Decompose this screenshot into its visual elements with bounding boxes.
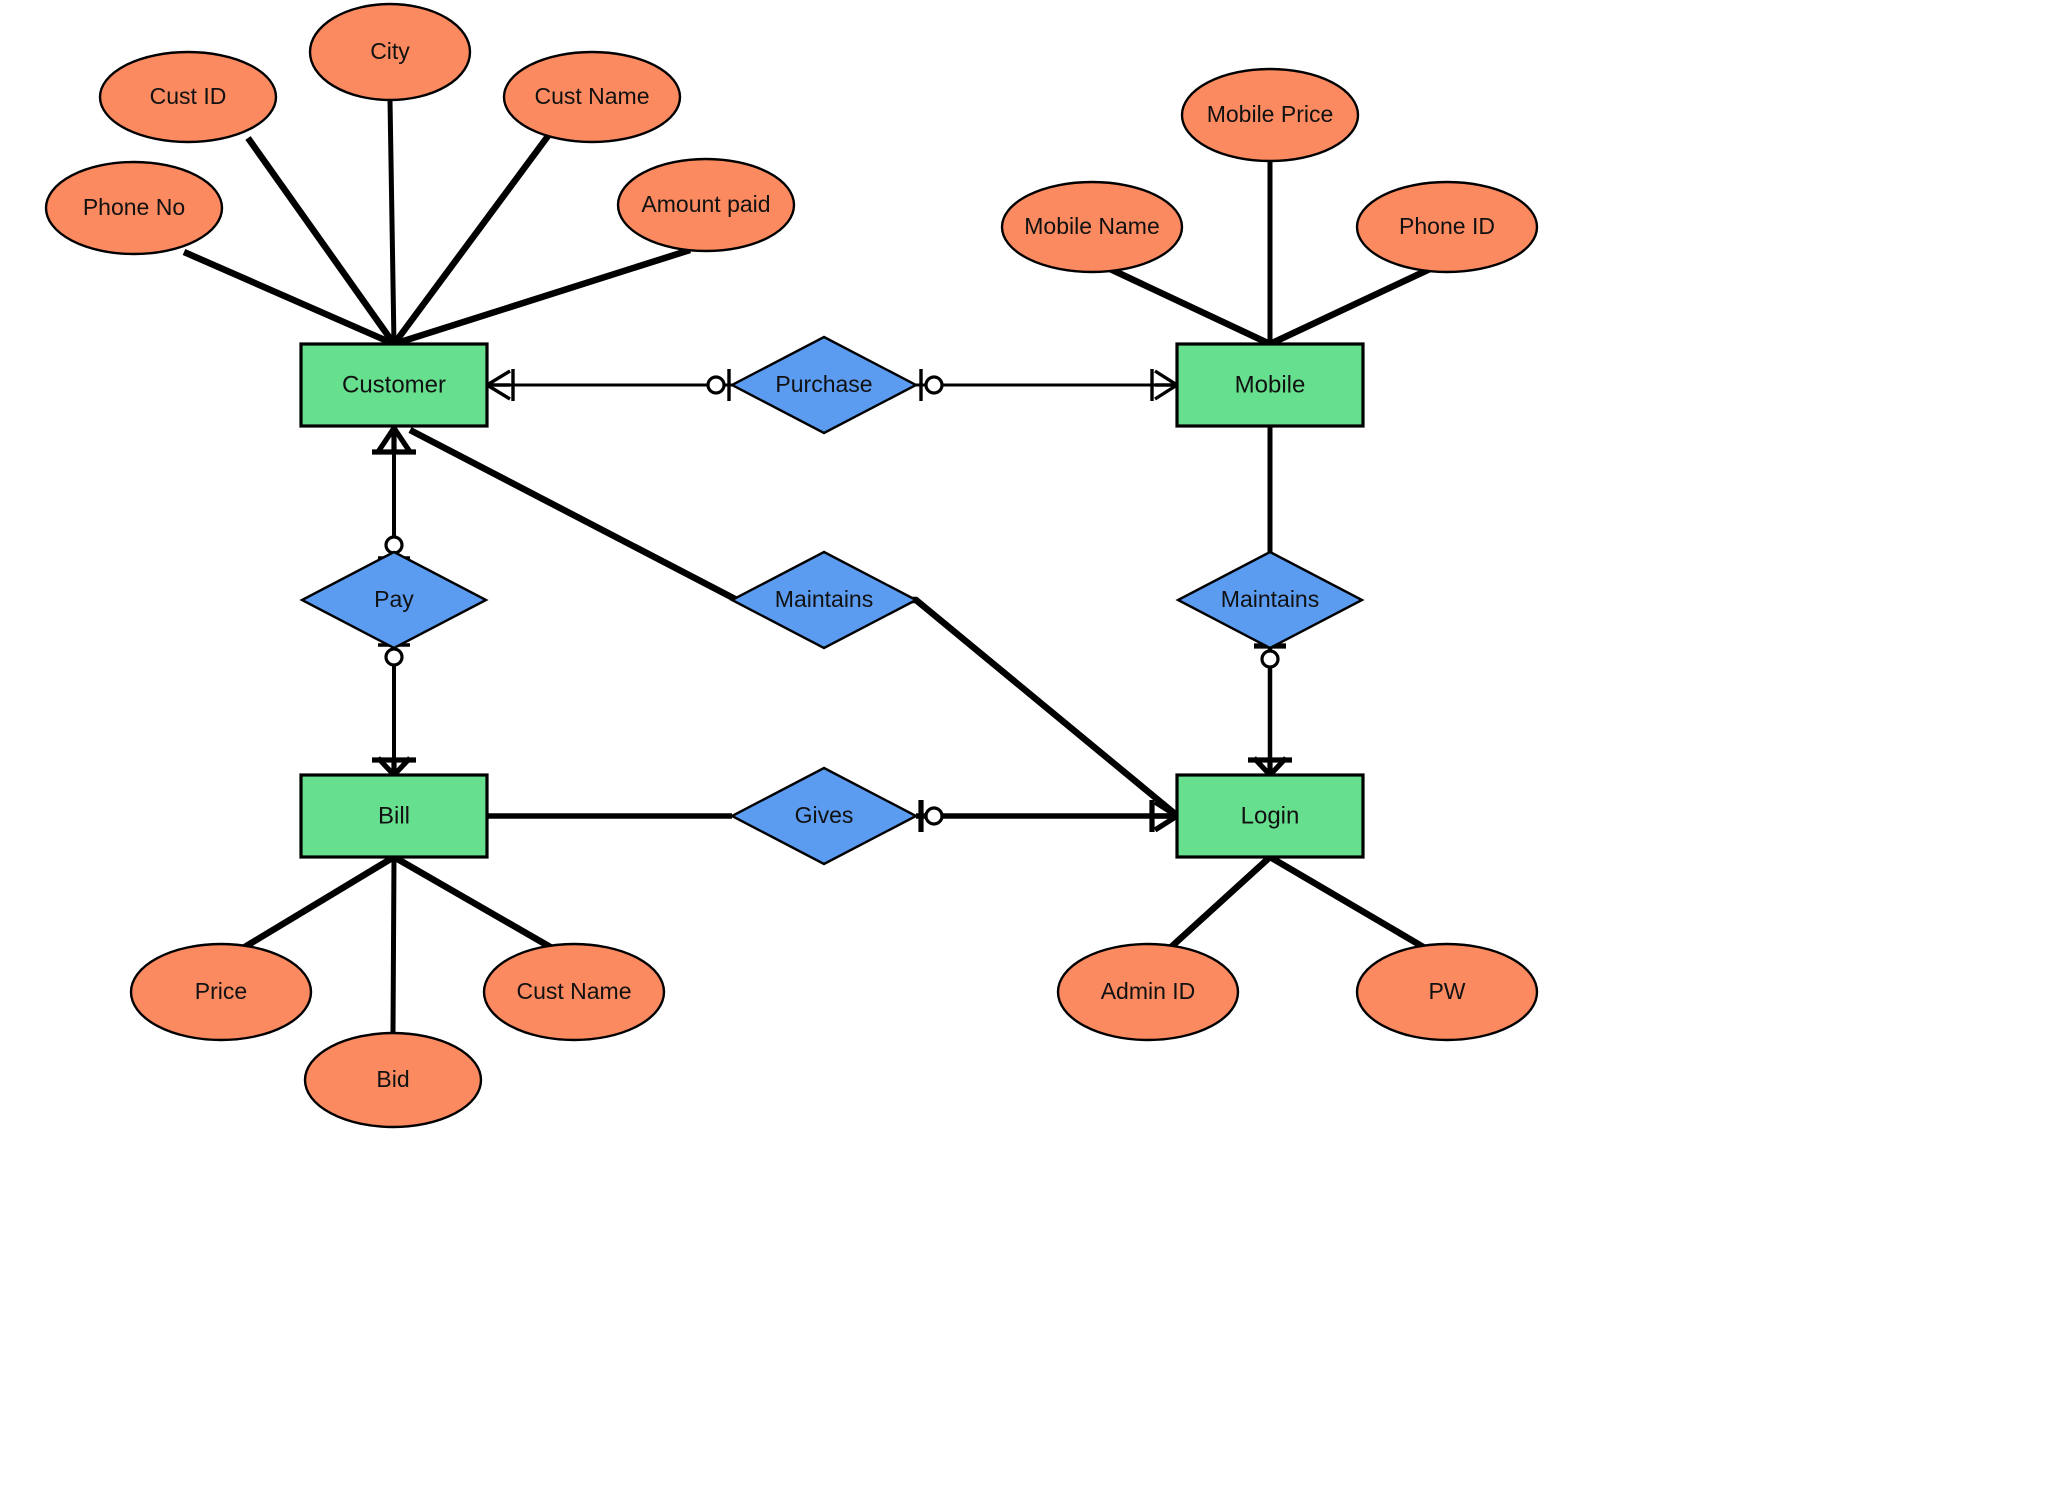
- link-phone-id-mobile: [1268, 265, 1434, 347]
- link-mobile-name-mobile: [1106, 265, 1272, 347]
- entity-mobile[interactable]: Mobile: [1175, 342, 1365, 428]
- attribute-mobile-name[interactable]: Mobile Name: [1000, 180, 1184, 274]
- attribute-mobile-price[interactable]: Mobile Price: [1180, 67, 1360, 163]
- attribute-price[interactable]: Price: [129, 942, 313, 1042]
- crowfoot-mobile-purchase: [1150, 369, 1178, 401]
- link-cust-name-customer: [391, 134, 551, 346]
- entity-login[interactable]: Login: [1175, 773, 1365, 859]
- relationship-purchase[interactable]: Purchase: [729, 335, 919, 435]
- attribute-cust-id[interactable]: Cust ID: [98, 50, 278, 144]
- link-cust-name-bill: [392, 854, 554, 951]
- entity-customer[interactable]: Customer: [299, 342, 489, 428]
- link-admin-id-login: [1167, 854, 1273, 951]
- relationship-pay[interactable]: Pay: [299, 550, 489, 650]
- relationship-gives[interactable]: Gives: [729, 766, 919, 866]
- attribute-admin-id[interactable]: Admin ID: [1056, 942, 1240, 1042]
- entity-bill[interactable]: Bill: [299, 773, 489, 859]
- link-bid-bill: [390, 856, 397, 1034]
- attribute-amount-paid[interactable]: Amount paid: [616, 157, 796, 253]
- attribute-cust-name-bill[interactable]: Cust Name: [482, 942, 666, 1042]
- er-diagram-svg: Cust ID City Cust Name Phone No Amount p…: [44, 2, 1539, 1129]
- attribute-phone-no[interactable]: Phone No: [44, 160, 224, 256]
- crowfoot-bill-pay: [372, 756, 416, 777]
- link-amount-paid-customer: [393, 246, 691, 348]
- attribute-pw[interactable]: PW: [1355, 942, 1539, 1042]
- link-city-customer: [387, 99, 397, 345]
- relationship-maintains-mobile[interactable]: Maintains: [1175, 550, 1365, 650]
- attribute-cust-name-customer[interactable]: Cust Name: [502, 50, 682, 144]
- attribute-phone-id[interactable]: Phone ID: [1355, 180, 1539, 274]
- crowfoot-login-maintains: [1248, 756, 1292, 777]
- attribute-bid[interactable]: Bid: [303, 1031, 483, 1129]
- er-diagram-canvas: Cust ID City Cust Name Phone No Amount p…: [0, 0, 2048, 1509]
- relationship-maintains-customer[interactable]: Maintains: [729, 550, 919, 650]
- link-price-bill: [241, 854, 396, 951]
- link-pw-login: [1268, 854, 1427, 951]
- attribute-city[interactable]: City: [308, 2, 472, 102]
- crowfoot-customer-purchase: [486, 369, 515, 401]
